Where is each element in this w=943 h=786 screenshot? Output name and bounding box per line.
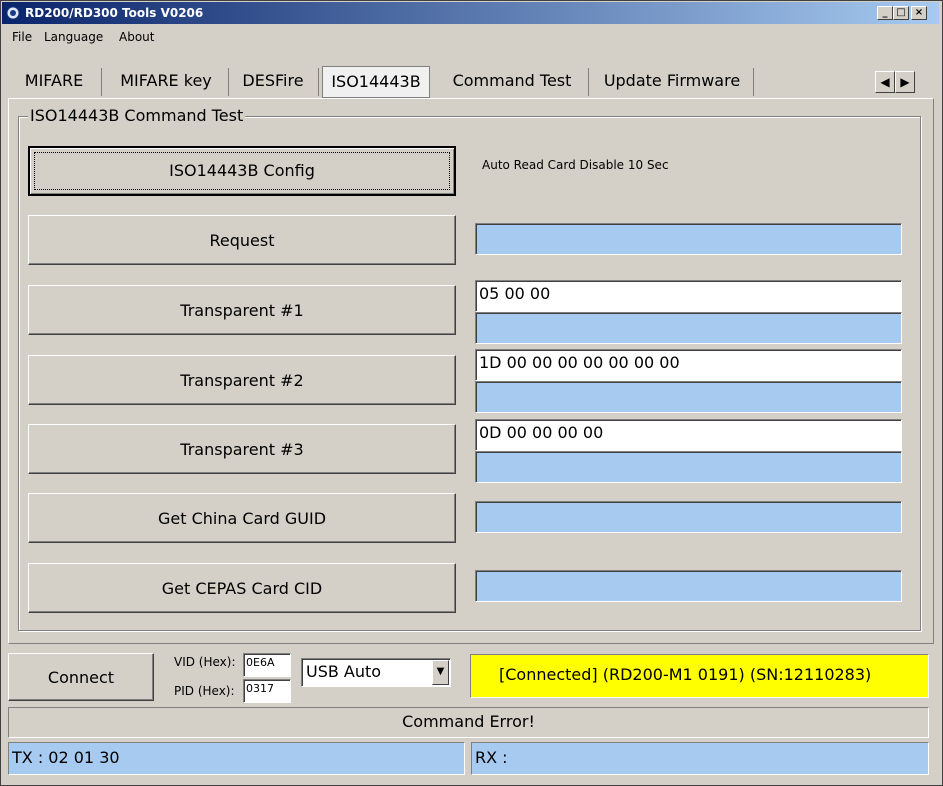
transparent-3-button-label: Transparent #3 [180,440,304,459]
transparent-3-result-field[interactable] [475,451,902,483]
transparent-2-button[interactable]: Transparent #2 [28,355,456,405]
close-button[interactable]: × [911,6,927,20]
focus-rect [34,152,450,190]
connection-mode-select[interactable]: USB Auto ▼ [301,658,451,687]
transparent-3-button[interactable]: Transparent #3 [28,424,456,474]
transparent-2-input[interactable]: 1D 00 00 00 00 00 00 00 [475,349,902,381]
tx-field: TX : 02 01 30 [8,742,465,775]
transparent-1-input[interactable]: 05 00 00 [475,280,902,312]
menu-about[interactable]: About [119,30,154,44]
pid-input[interactable]: 0317 [243,679,291,703]
chevron-down-icon[interactable]: ▼ [432,660,449,685]
auto-read-note: Auto Read Card Disable 10 Sec [482,158,669,172]
cepas-cid-result-field[interactable] [475,570,902,602]
tab-separator [588,68,589,96]
window-title: RD200/RD300 Tools V0206 [25,6,204,20]
tab-separator [101,68,102,96]
title-bar[interactable]: RD200/RD300 Tools V0206 _ □ × [2,2,939,24]
iso14443b-config-button[interactable]: ISO14443B Config [28,146,456,196]
transparent-2-button-label: Transparent #2 [180,371,304,390]
menu-file[interactable]: File [12,30,32,44]
transparent-1-button[interactable]: Transparent #1 [28,285,456,335]
tab-separator [753,68,754,96]
get-cepas-card-cid-button[interactable]: Get CEPAS Card CID [28,563,456,613]
rx-field: RX : [471,742,929,775]
minimize-button[interactable]: _ [877,6,893,20]
vid-input[interactable]: 0E6A [243,653,291,677]
tab-desfire[interactable]: DESFire [230,64,316,98]
pid-label: PID (Hex): [174,684,235,698]
cepas-cid-button-label: Get CEPAS Card CID [161,579,323,598]
tab-separator [228,68,229,96]
china-guid-result-field[interactable] [475,501,902,533]
tab-scroll-left-icon[interactable]: ◀ [875,71,895,93]
app-icon [6,6,20,20]
transparent-1-result-field[interactable] [475,312,902,344]
request-button[interactable]: Request [28,215,456,265]
transparent-2-result-field[interactable] [475,381,902,413]
tab-update-firmware[interactable]: Update Firmware [592,64,752,98]
tab-mifare-key[interactable]: MIFARE key [104,64,228,98]
tab-command-test[interactable]: Command Test [440,64,584,98]
connection-mode-value: USB Auto [306,662,382,681]
transparent-1-button-label: Transparent #1 [180,301,304,320]
connection-status: [Connected] (RD200-M1 0191) (SN:12110283… [470,654,929,698]
request-button-label: Request [209,231,275,250]
menu-language[interactable]: Language [44,30,103,44]
tab-iso14443b[interactable]: ISO14443B [322,66,430,98]
get-china-card-guid-button[interactable]: Get China Card GUID [28,493,456,543]
request-result-field[interactable] [475,223,902,255]
connect-button-label: Connect [47,668,115,687]
tab-mifare[interactable]: MIFARE [14,64,94,98]
message-bar: Command Error! [8,707,929,738]
maximize-button[interactable]: □ [893,6,909,20]
transparent-3-input[interactable]: 0D 00 00 00 00 [475,419,902,451]
group-title: ISO14443B Command Test [28,106,246,125]
china-guid-button-label: Get China Card GUID [157,509,327,528]
vid-label: VID (Hex): [174,655,236,669]
connect-button[interactable]: Connect [8,653,154,701]
tab-separator [318,68,319,96]
tab-scroll-right-icon[interactable]: ▶ [895,71,915,93]
